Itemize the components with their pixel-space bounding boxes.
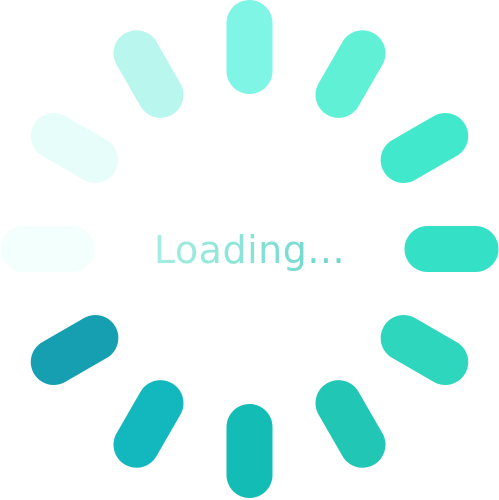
spinner-segment-1 [226,0,273,94]
spinner-segment-2 [315,30,386,118]
spinner-segment-3 [380,113,469,184]
loading-text: Loading... [0,224,499,276]
spinner-segment-11 [30,113,119,184]
spinner-segment-6 [315,380,386,468]
loading-screen: Loading... [0,0,499,500]
spinner-segment-9 [30,315,119,385]
spinner-segment-8 [113,380,184,468]
spinner-segment-5 [380,315,469,385]
spinner-segment-7 [226,404,273,498]
spinner-segment-12 [113,30,184,118]
